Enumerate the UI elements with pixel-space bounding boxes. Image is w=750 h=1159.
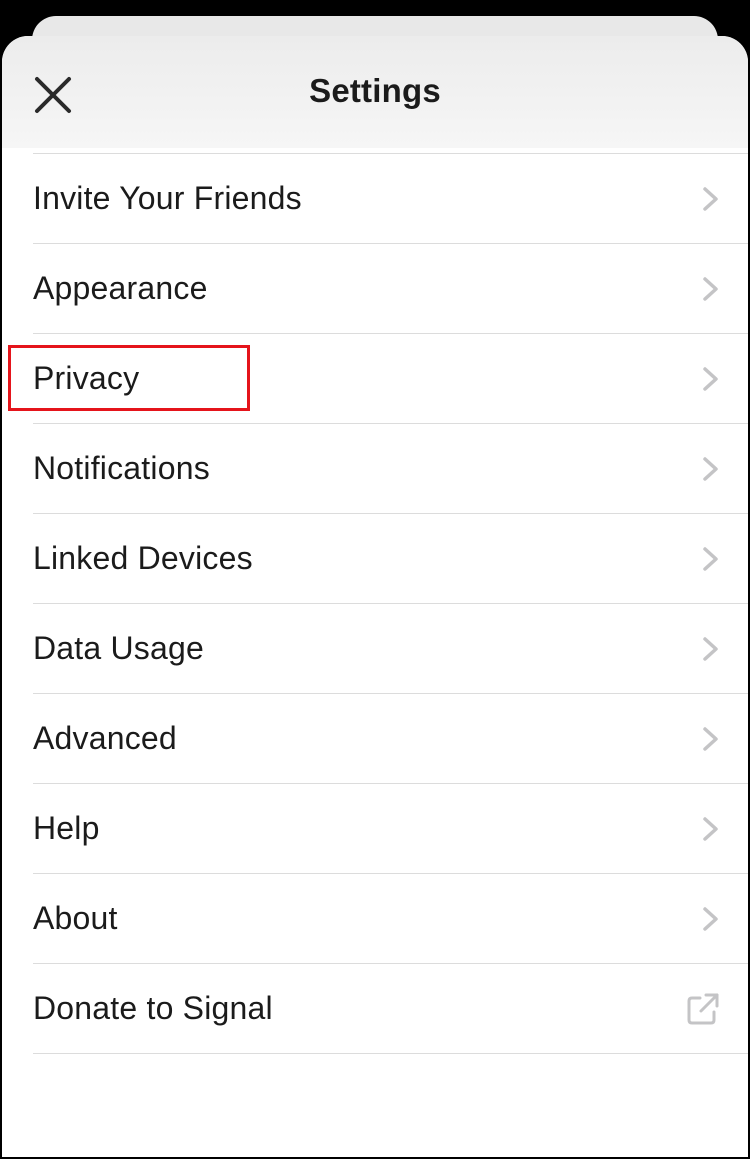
settings-item-advanced[interactable]: Advanced — [33, 693, 748, 783]
chevron-right-icon — [703, 727, 718, 751]
chevron-right-icon — [703, 367, 718, 391]
settings-list: Invite Your Friends Appearance Privacy N… — [2, 153, 748, 1054]
settings-item-help[interactable]: Help — [33, 783, 748, 873]
chevron-right-icon — [703, 907, 718, 931]
screen: Settings Invite Your Friends Appearance … — [0, 0, 750, 1159]
settings-item-label: Donate to Signal — [33, 990, 273, 1026]
external-link-icon — [687, 993, 719, 1025]
settings-item-data-usage[interactable]: Data Usage — [33, 603, 748, 693]
settings-item-privacy[interactable]: Privacy — [33, 333, 748, 423]
chevron-right-icon — [703, 637, 718, 661]
settings-item-about[interactable]: About — [33, 873, 748, 963]
settings-item-label: Privacy — [33, 360, 140, 396]
navigation-bar: Settings — [2, 36, 748, 148]
settings-item-label: Linked Devices — [33, 540, 253, 576]
settings-sheet: Settings Invite Your Friends Appearance … — [2, 36, 748, 1157]
settings-item-label: Notifications — [33, 450, 210, 486]
settings-item-notifications[interactable]: Notifications — [33, 423, 748, 513]
chevron-right-icon — [703, 457, 718, 481]
chevron-right-icon — [703, 187, 718, 211]
settings-item-linked-devices[interactable]: Linked Devices — [33, 513, 748, 603]
settings-item-label: Data Usage — [33, 630, 204, 666]
settings-item-label: Appearance — [33, 270, 208, 306]
settings-item-donate-to-signal[interactable]: Donate to Signal — [33, 963, 748, 1054]
chevron-right-icon — [703, 277, 718, 301]
settings-item-label: Invite Your Friends — [33, 180, 302, 216]
settings-item-appearance[interactable]: Appearance — [33, 243, 748, 333]
settings-item-label: Advanced — [33, 720, 177, 756]
page-title: Settings — [309, 72, 441, 109]
chevron-right-icon — [703, 547, 718, 571]
settings-item-invite-your-friends[interactable]: Invite Your Friends — [33, 153, 748, 243]
chevron-right-icon — [703, 817, 718, 841]
settings-item-label: Help — [33, 810, 100, 846]
settings-item-label: About — [33, 900, 118, 936]
